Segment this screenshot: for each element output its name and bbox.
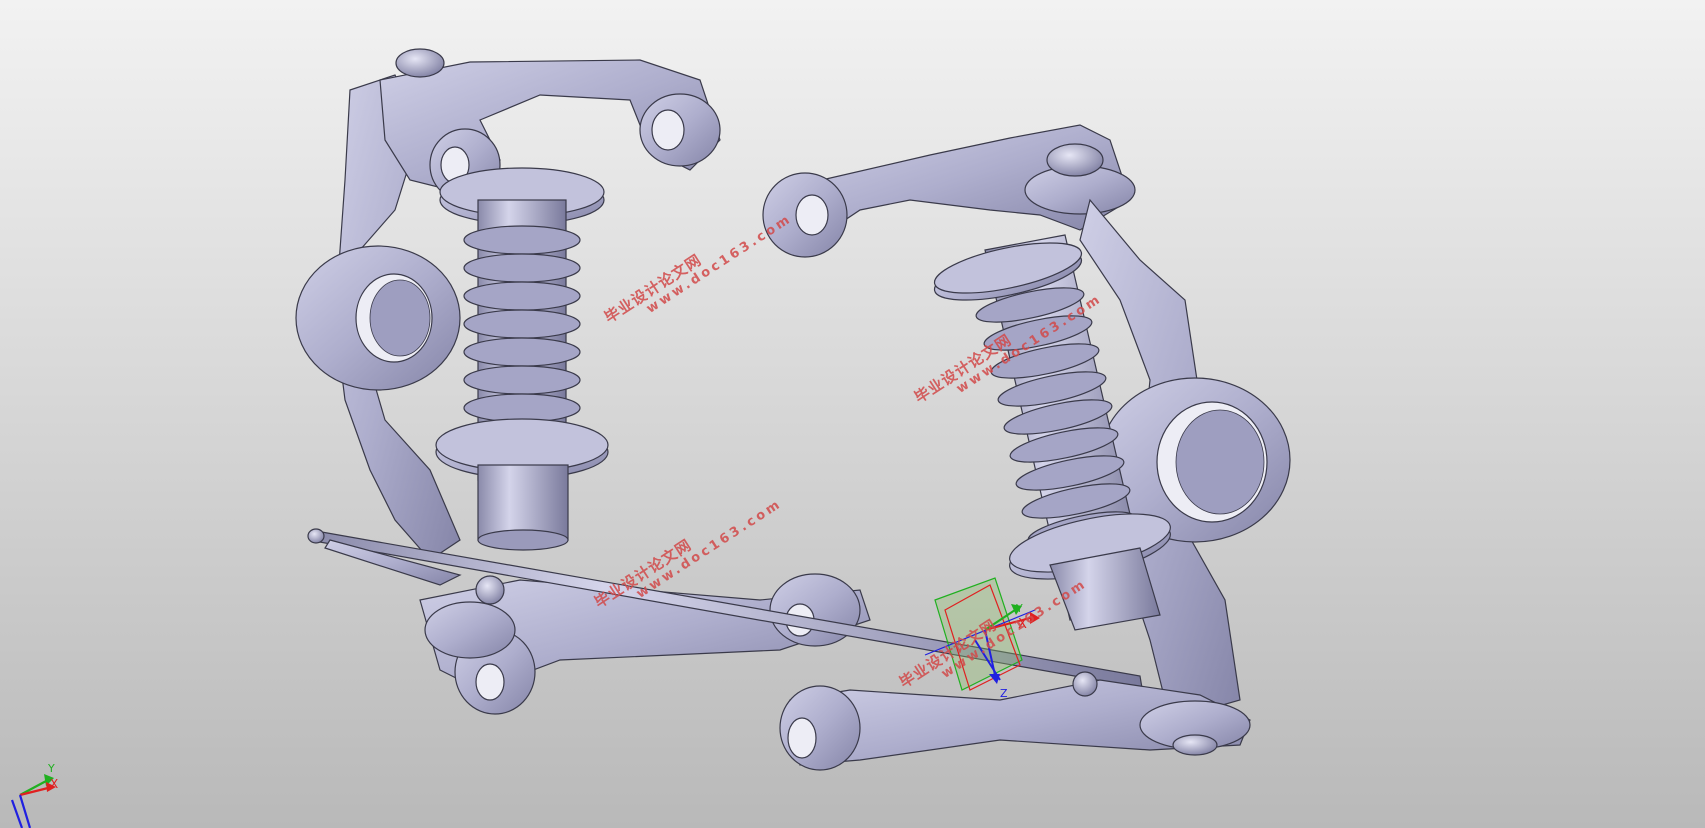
global-axis-y-label: Y: [47, 762, 55, 775]
suspension-assembly-model[interactable]: X Y Z Y X: [0, 0, 1705, 828]
3d-viewport[interactable]: X Y Z Y X 毕业设计论文网 www.doc163.com 毕业设计论文网…: [0, 0, 1705, 828]
global-axis-x-label: X: [50, 777, 58, 791]
right-upper-arm[interactable]: [762, 124, 1136, 258]
left-shock-absorber[interactable]: [435, 167, 609, 551]
local-axis-z-label: Z: [1000, 687, 1008, 700]
